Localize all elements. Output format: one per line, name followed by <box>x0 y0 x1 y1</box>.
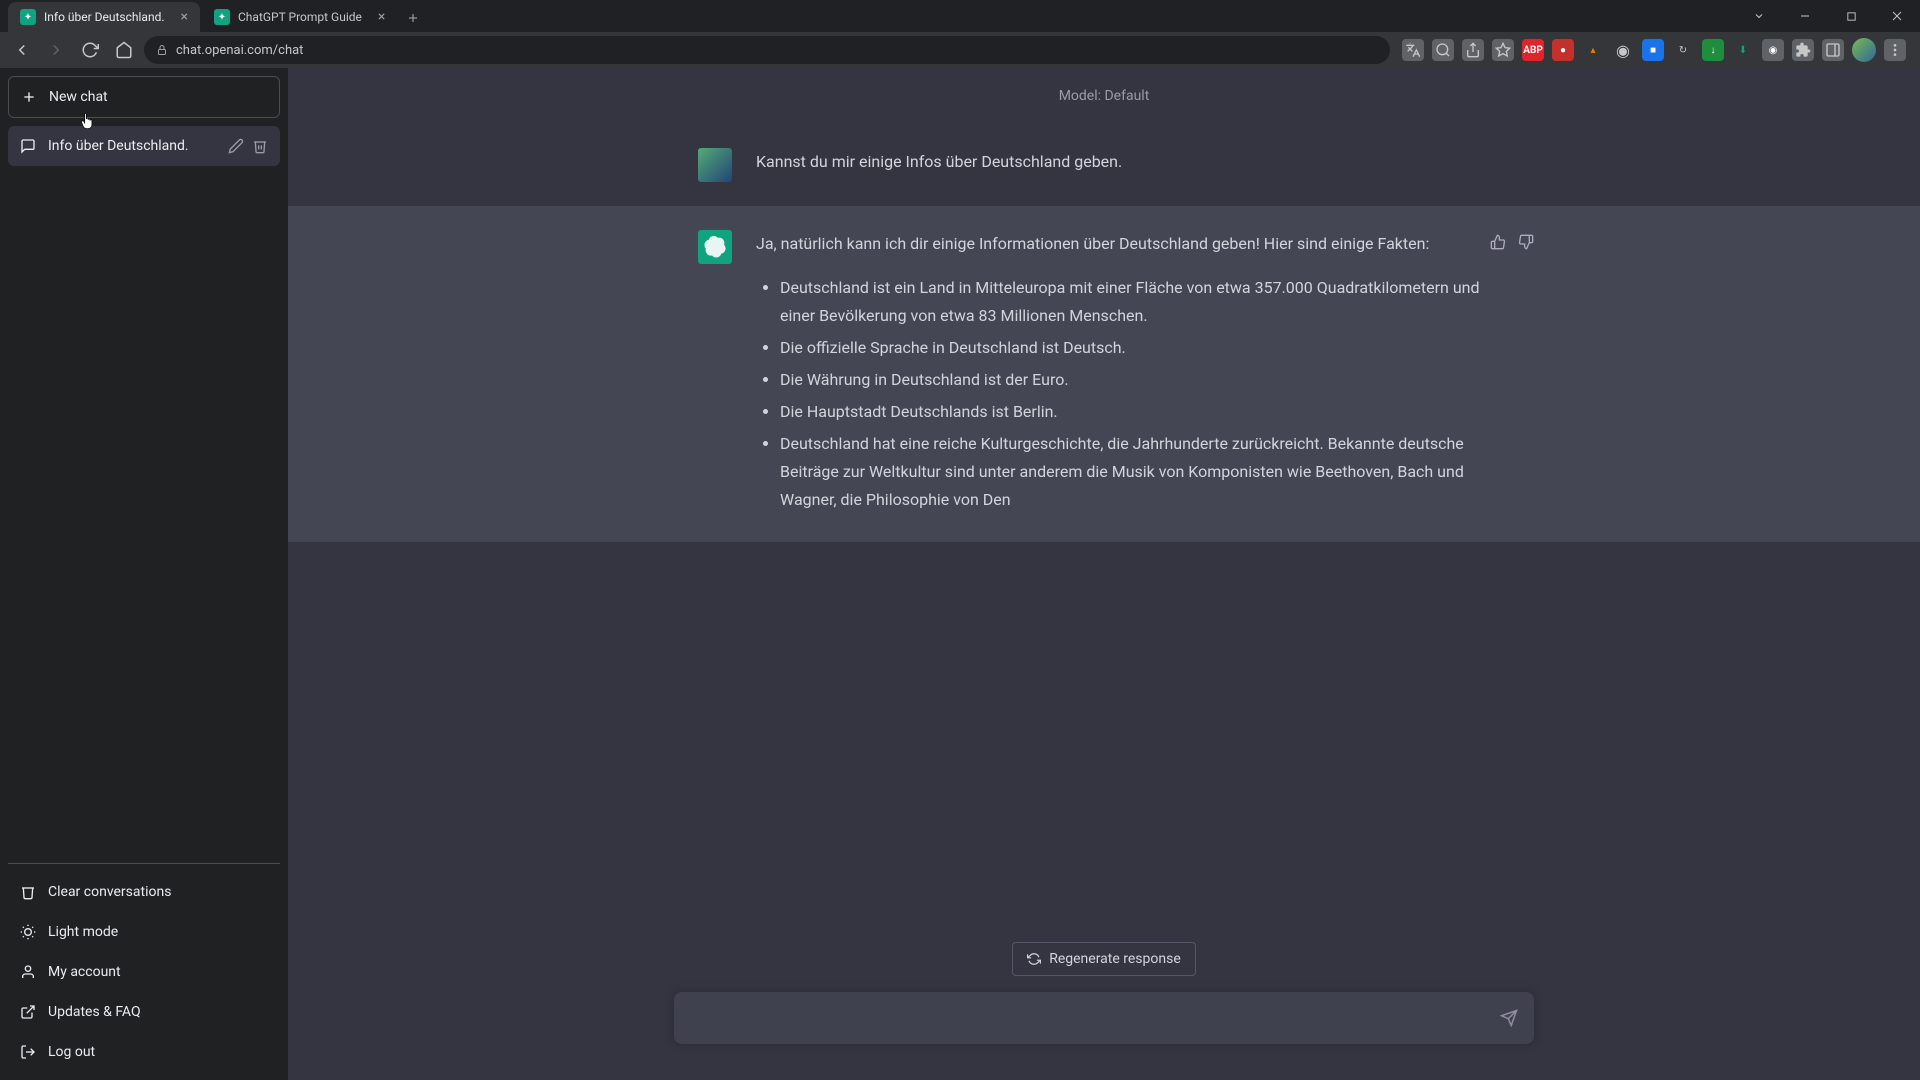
message-input-container[interactable] <box>674 992 1534 1044</box>
chat-history-item[interactable]: Info über Deutschland. <box>8 126 280 166</box>
assistant-intro: Ja, natürlich kann ich dir einige Inform… <box>756 230 1510 258</box>
updates-faq-button[interactable]: Updates & FAQ <box>8 992 280 1032</box>
zoom-icon[interactable] <box>1432 39 1454 61</box>
url-text: chat.openai.com/chat <box>176 43 303 58</box>
model-text: Model: Default <box>1059 88 1150 104</box>
user-icon <box>20 964 36 980</box>
close-tab-icon[interactable]: × <box>181 9 188 25</box>
input-footer: Regenerate response <box>288 926 1920 1080</box>
extension-icon[interactable]: ▴ <box>1582 39 1604 61</box>
list-item: Die Hauptstadt Deutschlands ist Berlin. <box>780 398 1510 426</box>
browser-tabs: ✦ Info über Deutschland. × ✦ ChatGPT Pro… <box>0 0 427 32</box>
user-message-text: Kannst du mir einige Infos über Deutschl… <box>756 148 1510 182</box>
home-button[interactable] <box>110 36 138 64</box>
trash-icon <box>20 884 36 900</box>
browser-tab[interactable]: ✦ ChatGPT Prompt Guide × <box>202 2 397 32</box>
extension-icon[interactable]: ◉ <box>1612 39 1634 61</box>
send-button[interactable] <box>1500 1009 1518 1027</box>
logout-button[interactable]: Log out <box>8 1032 280 1072</box>
side-panel-icon[interactable] <box>1822 39 1844 61</box>
new-chat-label: New chat <box>49 89 108 105</box>
abp-extension-icon[interactable]: ABP <box>1522 39 1544 61</box>
share-icon[interactable] <box>1462 39 1484 61</box>
browser-titlebar: ✦ Info über Deutschland. × ✦ ChatGPT Pro… <box>0 0 1920 32</box>
light-mode-button[interactable]: Light mode <box>8 912 280 952</box>
trash-icon[interactable] <box>252 138 268 154</box>
forward-button[interactable] <box>42 36 70 64</box>
logout-label: Log out <box>48 1044 95 1060</box>
back-button[interactable] <box>8 36 36 64</box>
external-link-icon <box>20 1004 36 1020</box>
sun-icon <box>20 924 36 940</box>
edit-icon[interactable] <box>228 138 244 154</box>
facts-list: Deutschland ist ein Land in Mitteleuropa… <box>756 274 1510 514</box>
reload-button[interactable] <box>76 36 104 64</box>
list-item: Die Währung in Deutschland ist der Euro. <box>780 366 1510 394</box>
tab-title: ChatGPT Prompt Guide <box>238 10 362 24</box>
extension-icon[interactable]: ● <box>1552 39 1574 61</box>
browser-toolbar: chat.openai.com/chat ABP ● ▴ ◉ ■ ↻ ↓ ⬇ ◉ <box>0 32 1920 68</box>
user-avatar <box>698 148 732 182</box>
extension-icon[interactable]: ■ <box>1642 39 1664 61</box>
message-input[interactable] <box>690 1006 1500 1030</box>
user-message-row: Kannst du mir einige Infos über Deutschl… <box>288 124 1920 206</box>
my-account-button[interactable]: My account <box>8 952 280 992</box>
feedback-buttons <box>1490 234 1534 250</box>
extension-icons: ABP ● ▴ ◉ ■ ↻ ↓ ⬇ ◉ <box>1396 38 1912 62</box>
extension-icon[interactable]: ◉ <box>1762 39 1784 61</box>
clear-label: Clear conversations <box>48 884 171 900</box>
browser-tab-active[interactable]: ✦ Info über Deutschland. × <box>8 2 200 32</box>
address-bar[interactable]: chat.openai.com/chat <box>144 36 1390 64</box>
list-item: Deutschland ist ein Land in Mitteleuropa… <box>780 274 1510 330</box>
thumbs-down-icon[interactable] <box>1518 234 1534 250</box>
extension-icon[interactable]: ⬇ <box>1732 39 1754 61</box>
regenerate-label: Regenerate response <box>1049 951 1181 967</box>
account-label: My account <box>48 964 121 980</box>
main-content: Model: Default Kannst du mir einige Info… <box>288 68 1920 1080</box>
minimize-window-button[interactable] <box>1782 0 1828 32</box>
close-tab-icon[interactable]: × <box>378 9 385 25</box>
extensions-puzzle-icon[interactable] <box>1792 39 1814 61</box>
assistant-avatar <box>698 230 732 264</box>
chatgpt-favicon: ✦ <box>214 9 230 25</box>
profile-avatar[interactable] <box>1852 38 1876 62</box>
plus-icon <box>21 89 37 105</box>
new-tab-button[interactable] <box>399 4 427 32</box>
model-indicator: Model: Default <box>288 68 1920 124</box>
maximize-window-button[interactable] <box>1828 0 1874 32</box>
app-container: New chat Info über Deutschland. Clear co… <box>0 68 1920 1080</box>
bookmark-icon[interactable] <box>1492 39 1514 61</box>
logout-icon <box>20 1044 36 1060</box>
extension-icon[interactable]: ↓ <box>1702 39 1724 61</box>
assistant-message-content: Ja, natürlich kann ich dir einige Inform… <box>756 230 1510 518</box>
chat-title: Info über Deutschland. <box>48 138 189 154</box>
assistant-message-row: Ja, natürlich kann ich dir einige Inform… <box>288 206 1920 542</box>
sidebar: New chat Info über Deutschland. Clear co… <box>0 68 288 1080</box>
new-chat-button[interactable]: New chat <box>8 76 280 118</box>
clear-conversations-button[interactable]: Clear conversations <box>8 872 280 912</box>
list-item: Deutschland hat eine reiche Kulturgeschi… <box>780 430 1510 514</box>
thumbs-up-icon[interactable] <box>1490 234 1506 250</box>
updates-label: Updates & FAQ <box>48 1004 141 1020</box>
tab-title: Info über Deutschland. <box>44 10 165 24</box>
refresh-icon <box>1027 952 1041 966</box>
chatgpt-favicon: ✦ <box>20 9 36 25</box>
chat-icon <box>20 138 36 154</box>
list-item: Die offizielle Sprache in Deutschland is… <box>780 334 1510 362</box>
lock-icon <box>156 44 168 56</box>
close-window-button[interactable] <box>1874 0 1920 32</box>
tab-search-icon[interactable] <box>1736 0 1782 32</box>
send-icon <box>1500 1009 1518 1027</box>
window-controls <box>1736 0 1920 32</box>
translate-icon[interactable] <box>1402 39 1424 61</box>
menu-icon[interactable] <box>1884 39 1906 61</box>
light-label: Light mode <box>48 924 118 940</box>
regenerate-button[interactable]: Regenerate response <box>1012 942 1196 976</box>
extension-icon[interactable]: ↻ <box>1672 39 1694 61</box>
